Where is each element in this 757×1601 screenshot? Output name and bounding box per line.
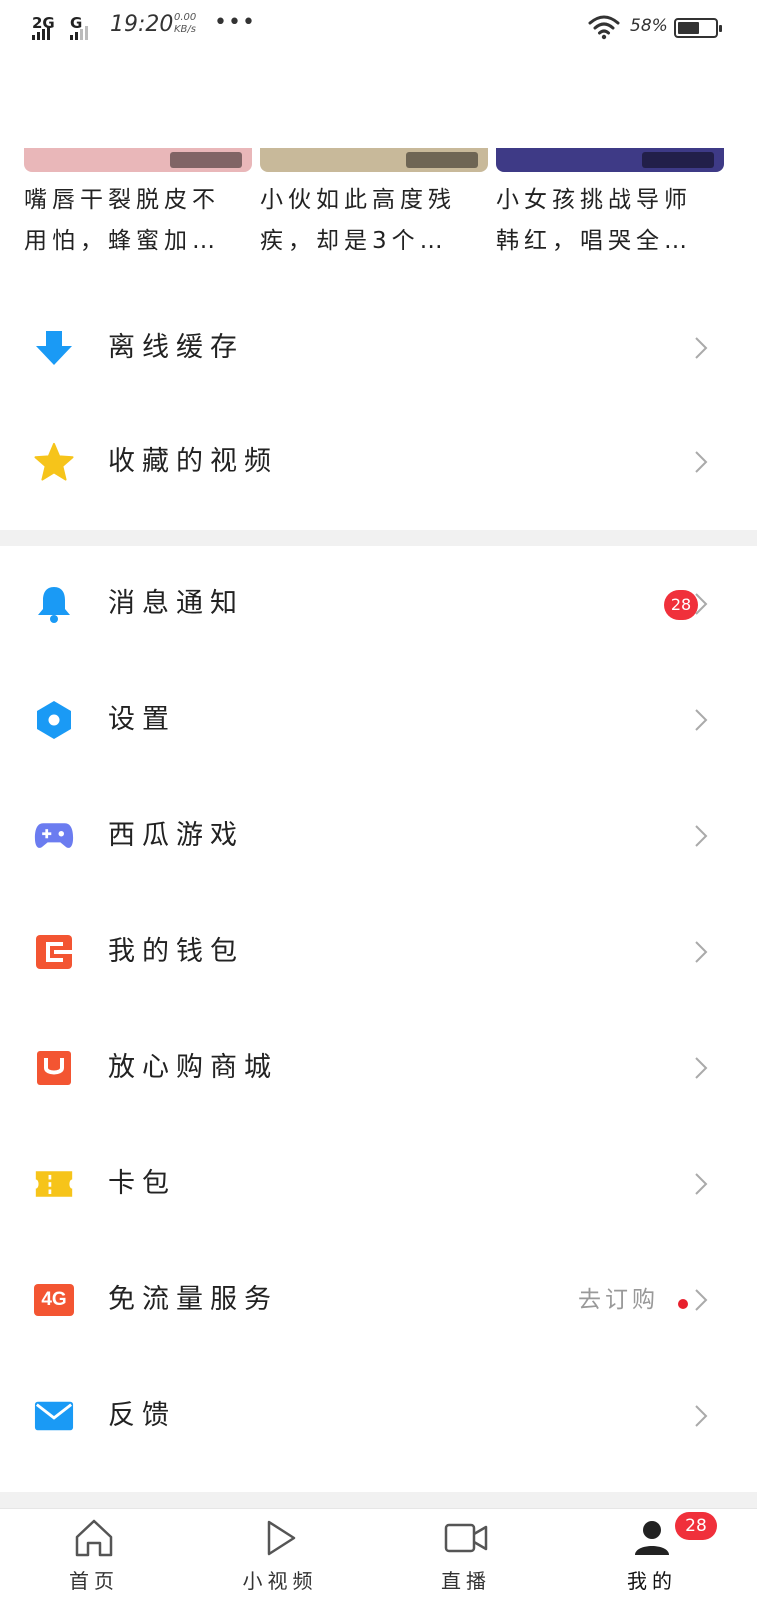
- chevron-right-icon: [695, 1405, 708, 1427]
- mine-count-badge: 28: [675, 1512, 717, 1540]
- menu-label: 设置: [108, 704, 176, 735]
- tab-live[interactable]: 直播: [406, 1509, 526, 1601]
- menu-item-notifications[interactable]: 消息通知 28: [0, 546, 757, 662]
- menu-item-free-data[interactable]: 4G 免流量服务 去订购: [0, 1242, 757, 1358]
- menu-label: 卡包: [108, 1168, 176, 1199]
- signal-bars-2-icon: [70, 20, 88, 40]
- network-speed-value: 0.00: [174, 12, 197, 23]
- star-icon: [34, 442, 74, 482]
- video-title-line: 疾，却是3个…: [260, 228, 448, 254]
- chevron-right-icon: [695, 941, 708, 963]
- menu-label: 反馈: [108, 1400, 176, 1431]
- gamepad-icon: [34, 816, 74, 856]
- menu-label: 消息通知: [108, 588, 244, 619]
- 4g-icon-text: 4G: [34, 1284, 74, 1316]
- tab-label: 我的: [627, 1569, 677, 1593]
- menu-item-shop[interactable]: 放心购商城: [0, 1010, 757, 1126]
- video-title: 小女孩挑战导师 韩红，唱哭全…: [496, 180, 724, 262]
- subscribe-link[interactable]: 去订购: [578, 1282, 659, 1318]
- wallet-icon: [34, 932, 74, 972]
- battery-percent: 58%: [630, 16, 668, 36]
- 4g-icon: 4G: [34, 1280, 74, 1320]
- menu-label: 西瓜游戏: [108, 820, 244, 851]
- chevron-right-icon: [695, 1289, 708, 1311]
- status-bar: 2G G 19:20 0.00 KB/s ••• 58%: [0, 0, 757, 56]
- menu-label: 免流量服务: [108, 1284, 278, 1315]
- chevron-right-icon: [695, 593, 708, 615]
- video-title-line: 嘴唇干裂脱皮不: [24, 187, 220, 213]
- chevron-right-icon: [695, 825, 708, 847]
- section-divider: [0, 530, 757, 546]
- notification-count-badge: 28: [664, 590, 698, 620]
- tab-label: 首页: [69, 1569, 119, 1593]
- video-title-line: 小女孩挑战导师: [496, 187, 692, 213]
- video-title-line: 韩红，唱哭全…: [496, 228, 692, 254]
- video-card[interactable]: 嘴唇干裂脱皮不 用怕，蜂蜜加…: [24, 148, 252, 262]
- menu-label: 我的钱包: [108, 936, 244, 967]
- more-notifications-icon: •••: [214, 10, 256, 35]
- video-thumbnail: [260, 148, 488, 172]
- menu-item-settings[interactable]: 设置: [0, 662, 757, 778]
- video-card[interactable]: 小伙如此高度残 疾，却是3个…: [260, 148, 488, 262]
- chevron-right-icon: [695, 709, 708, 731]
- menu-item-wallet[interactable]: 我的钱包: [0, 894, 757, 1010]
- menu-item-offline-cache[interactable]: 离线缓存: [0, 290, 757, 406]
- tab-label: 直播: [441, 1569, 491, 1593]
- menu-item-card-pack[interactable]: 卡包: [0, 1126, 757, 1242]
- menu-item-feedback[interactable]: 反馈: [0, 1358, 757, 1474]
- menu-label: 放心购商城: [108, 1052, 278, 1083]
- menu-label: 离线缓存: [108, 332, 244, 363]
- favorites-video-strip: 嘴唇干裂脱皮不 用怕，蜂蜜加… 小伙如此高度残 疾，却是3个… 小女孩挑战导师 …: [0, 148, 757, 278]
- status-time: 19:20: [110, 12, 174, 37]
- new-dot-badge: [678, 1299, 688, 1309]
- video-title-line: 用怕，蜂蜜加…: [24, 228, 220, 254]
- video-card[interactable]: 小女孩挑战导师 韩红，唱哭全…: [496, 148, 724, 262]
- ticket-icon: [34, 1164, 74, 1204]
- menu-item-games[interactable]: 西瓜游戏: [0, 778, 757, 894]
- tab-home[interactable]: 首页: [34, 1509, 154, 1601]
- signal-bars-1-icon: [32, 20, 50, 40]
- tab-short-video[interactable]: 小视频: [220, 1509, 340, 1601]
- download-arrow-icon: [34, 328, 74, 368]
- chevron-right-icon: [695, 337, 708, 359]
- video-camera-icon: [444, 1523, 488, 1553]
- chevron-right-icon: [695, 1057, 708, 1079]
- network-speed: 0.00 KB/s: [174, 12, 196, 36]
- wifi-icon: [588, 15, 620, 40]
- battery-fill: [678, 22, 699, 34]
- section-divider: [0, 1492, 757, 1508]
- video-thumbnail: [496, 148, 724, 172]
- video-thumbnail: [24, 148, 252, 172]
- video-title-line: 小伙如此高度残: [260, 187, 456, 213]
- video-title: 小伙如此高度残 疾，却是3个…: [260, 180, 488, 262]
- chevron-right-icon: [695, 1173, 708, 1195]
- hexagon-gear-icon: [34, 700, 74, 740]
- user-icon: [635, 1521, 669, 1555]
- bell-icon: [34, 584, 74, 624]
- video-title: 嘴唇干裂脱皮不 用怕，蜂蜜加…: [24, 180, 252, 262]
- home-icon: [75, 1519, 113, 1557]
- menu-label: 收藏的视频: [108, 446, 278, 477]
- battery-icon: [674, 18, 722, 38]
- chevron-right-icon: [695, 451, 708, 473]
- tab-label: 小视频: [242, 1569, 318, 1593]
- bottom-navigation: 首页 小视频 直播 我的: [0, 1508, 757, 1601]
- play-icon: [267, 1520, 296, 1556]
- shopping-bag-icon: [34, 1048, 74, 1088]
- network-speed-unit: KB/s: [174, 24, 196, 35]
- mail-icon: [34, 1396, 74, 1436]
- menu-item-favorites[interactable]: 收藏的视频: [0, 404, 757, 520]
